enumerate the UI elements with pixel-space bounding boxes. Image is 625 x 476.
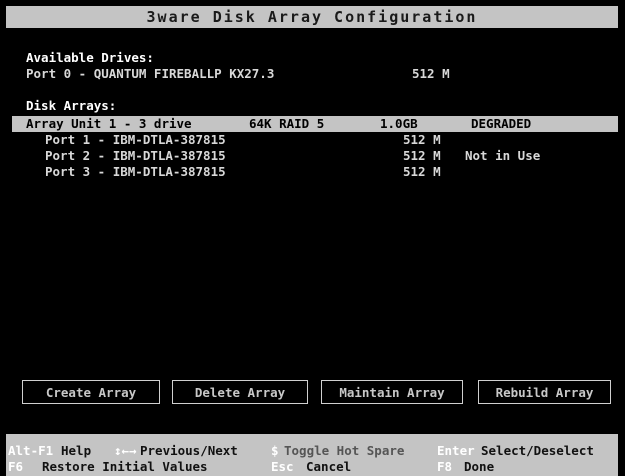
main-panel: Available Drives: Port 0 - QUANTUM FIREB… [6,28,618,423]
rebuild-array-button[interactable]: Rebuild Array [478,380,611,404]
key-f8-desc: Done [464,459,495,474]
array-member-port-3-size: 512 M [403,164,441,179]
array-member-port-2[interactable]: Port 2 - IBM-DTLA-387815 [45,148,226,163]
key-f6: F6 [8,459,24,474]
key-enter: Enter [437,443,475,458]
key-alt-f1-desc: Help [61,443,92,458]
maintain-array-button[interactable]: Maintain Array [321,380,463,404]
bios-screen: 3ware Disk Array Configuration Available… [6,0,618,476]
available-drive-port-0[interactable]: Port 0 - QUANTUM FIREBALLP KX27.3 [26,66,274,81]
array-unit-capacity: 1.0GB [380,116,418,131]
array-unit-name: Array Unit 1 - 3 drive [26,116,192,131]
key-arrows-desc: Previous/Next [140,443,238,458]
key-esc-desc: Cancel [306,459,352,474]
array-unit-1-row[interactable]: Array Unit 1 - 3 drive 64K RAID 5 1.0GB … [12,116,618,132]
key-help-footer: Alt-F1 Help ↕←→ Previous/Next $ Toggle H… [6,434,618,476]
available-drives-heading: Available Drives: [26,50,154,65]
delete-array-button[interactable]: Delete Array [172,380,308,404]
available-drive-port-0-size: 512 M [412,66,450,81]
window-title: 3ware Disk Array Configuration [6,6,618,28]
create-array-button[interactable]: Create Array [22,380,160,404]
key-esc: Esc [271,459,294,474]
array-member-port-1[interactable]: Port 1 - IBM-DTLA-387815 [45,132,226,147]
key-enter-desc: Select/Deselect [481,443,594,458]
array-unit-status: DEGRADED [471,116,532,131]
key-alt-f1: Alt-F1 [8,443,54,458]
array-unit-config: 64K RAID 5 [249,116,325,131]
key-f6-desc: Restore Initial Values [42,459,208,474]
array-member-port-3[interactable]: Port 3 - IBM-DTLA-387815 [45,164,226,179]
array-member-port-1-size: 512 M [403,132,441,147]
array-member-port-2-size: 512 M [403,148,441,163]
key-dollar: $ [271,443,279,458]
arrow-keys-icon: ↕←→ [114,443,137,458]
array-member-port-2-note: Not in Use [465,148,541,163]
disk-arrays-heading: Disk Arrays: [26,98,117,113]
key-dollar-desc: Toggle Hot Spare [284,443,405,458]
key-f8: F8 [437,459,453,474]
